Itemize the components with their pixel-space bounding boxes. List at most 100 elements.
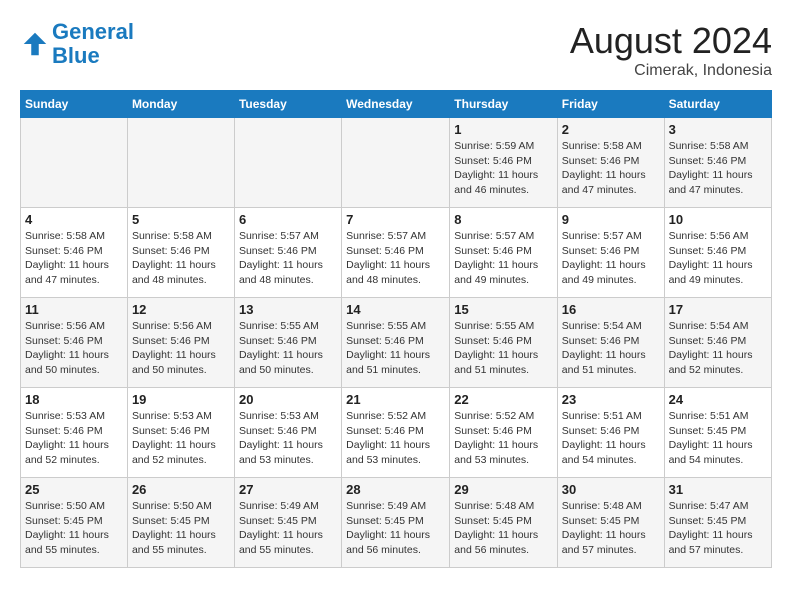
week-row-3: 11 Sunrise: 5:56 AM Sunset: 5:46 PM Dayli…	[21, 298, 772, 388]
day-number: 23	[562, 392, 660, 407]
day-number: 20	[239, 392, 337, 407]
logo: General Blue	[20, 20, 134, 68]
day-info: Sunrise: 5:52 AM Sunset: 5:46 PM Dayligh…	[454, 409, 553, 468]
location: Cimerak, Indonesia	[570, 62, 772, 80]
day-number: 18	[25, 392, 123, 407]
day-info: Sunrise: 5:50 AM Sunset: 5:45 PM Dayligh…	[25, 499, 123, 558]
header-saturday: Saturday	[664, 91, 771, 118]
day-number: 26	[132, 482, 230, 497]
day-info: Sunrise: 5:55 AM Sunset: 5:46 PM Dayligh…	[346, 319, 445, 378]
month-year: August 2024	[570, 20, 772, 62]
logo-blue: Blue	[52, 43, 100, 68]
day-info: Sunrise: 5:57 AM Sunset: 5:46 PM Dayligh…	[562, 229, 660, 288]
calendar-cell: 30 Sunrise: 5:48 AM Sunset: 5:45 PM Dayli…	[557, 478, 664, 568]
day-number: 17	[669, 302, 767, 317]
header-friday: Friday	[557, 91, 664, 118]
day-number: 14	[346, 302, 445, 317]
header-tuesday: Tuesday	[234, 91, 341, 118]
calendar-cell: 14 Sunrise: 5:55 AM Sunset: 5:46 PM Dayli…	[342, 298, 450, 388]
calendar-cell: 27 Sunrise: 5:49 AM Sunset: 5:45 PM Dayli…	[234, 478, 341, 568]
calendar-cell: 6 Sunrise: 5:57 AM Sunset: 5:46 PM Daylig…	[234, 208, 341, 298]
calendar-cell: 26 Sunrise: 5:50 AM Sunset: 5:45 PM Dayli…	[127, 478, 234, 568]
week-row-2: 4 Sunrise: 5:58 AM Sunset: 5:46 PM Daylig…	[21, 208, 772, 298]
calendar-cell	[234, 118, 341, 208]
day-number: 19	[132, 392, 230, 407]
day-info: Sunrise: 5:57 AM Sunset: 5:46 PM Dayligh…	[346, 229, 445, 288]
day-info: Sunrise: 5:53 AM Sunset: 5:46 PM Dayligh…	[25, 409, 123, 468]
calendar-cell: 2 Sunrise: 5:58 AM Sunset: 5:46 PM Daylig…	[557, 118, 664, 208]
day-info: Sunrise: 5:50 AM Sunset: 5:45 PM Dayligh…	[132, 499, 230, 558]
calendar-cell: 19Sunrise: 5:53 AM Sunset: 5:46 PM Dayli…	[127, 388, 234, 478]
day-info: Sunrise: 5:56 AM Sunset: 5:46 PM Dayligh…	[25, 319, 123, 378]
calendar-cell: 22 Sunrise: 5:52 AM Sunset: 5:46 PM Dayli…	[450, 388, 558, 478]
day-number: 3	[669, 122, 767, 137]
calendar-cell: 16 Sunrise: 5:54 AM Sunset: 5:46 PM Dayli…	[557, 298, 664, 388]
week-row-4: 18 Sunrise: 5:53 AM Sunset: 5:46 PM Dayli…	[21, 388, 772, 478]
day-number: 6	[239, 212, 337, 227]
day-number: 24	[669, 392, 767, 407]
page-header: General Blue August 2024 Cimerak, Indone…	[20, 20, 772, 80]
day-number: 28	[346, 482, 445, 497]
day-info: Sunrise: 5:58 AM Sunset: 5:46 PM Dayligh…	[132, 229, 230, 288]
calendar-cell: 17 Sunrise: 5:54 AM Sunset: 5:46 PM Dayli…	[664, 298, 771, 388]
calendar-cell: 1 Sunrise: 5:59 AM Sunset: 5:46 PM Daylig…	[450, 118, 558, 208]
header-thursday: Thursday	[450, 91, 558, 118]
day-info: Sunrise: 5:51 AM Sunset: 5:46 PM Dayligh…	[562, 409, 660, 468]
day-info: Sunrise: 5:58 AM Sunset: 5:46 PM Dayligh…	[562, 139, 660, 198]
day-info: Sunrise: 5:49 AM Sunset: 5:45 PM Dayligh…	[239, 499, 337, 558]
calendar-cell: 3 Sunrise: 5:58 AM Sunset: 5:46 PM Daylig…	[664, 118, 771, 208]
day-number: 2	[562, 122, 660, 137]
day-info: Sunrise: 5:57 AM Sunset: 5:46 PM Dayligh…	[239, 229, 337, 288]
calendar-cell	[21, 118, 128, 208]
day-info: Sunrise: 5:54 AM Sunset: 5:46 PM Dayligh…	[669, 319, 767, 378]
calendar-cell: 20 Sunrise: 5:53 AM Sunset: 5:46 PM Dayli…	[234, 388, 341, 478]
calendar-cell: 10 Sunrise: 5:56 AM Sunset: 5:46 PM Dayli…	[664, 208, 771, 298]
week-row-5: 25 Sunrise: 5:50 AM Sunset: 5:45 PM Dayli…	[21, 478, 772, 568]
day-number: 7	[346, 212, 445, 227]
calendar-cell: 24 Sunrise: 5:51 AM Sunset: 5:45 PM Dayli…	[664, 388, 771, 478]
day-info: Sunrise: 5:47 AM Sunset: 5:45 PM Dayligh…	[669, 499, 767, 558]
day-info: Sunrise: 5:57 AM Sunset: 5:46 PM Dayligh…	[454, 229, 553, 288]
day-number: 1	[454, 122, 553, 137]
calendar-header-row: SundayMondayTuesdayWednesdayThursdayFrid…	[21, 91, 772, 118]
day-number: 10	[669, 212, 767, 227]
day-number: 31	[669, 482, 767, 497]
day-info: Sunrise: 5:51 AM Sunset: 5:45 PM Dayligh…	[669, 409, 767, 468]
calendar-cell: 7 Sunrise: 5:57 AM Sunset: 5:46 PM Daylig…	[342, 208, 450, 298]
calendar-cell: 21 Sunrise: 5:52 AM Sunset: 5:46 PM Dayli…	[342, 388, 450, 478]
day-info: Sunrise: 5:52 AM Sunset: 5:46 PM Dayligh…	[346, 409, 445, 468]
calendar-cell	[342, 118, 450, 208]
day-info: Sunrise: 5:59 AM Sunset: 5:46 PM Dayligh…	[454, 139, 553, 198]
calendar-cell: 13Sunrise: 5:55 AM Sunset: 5:46 PM Dayli…	[234, 298, 341, 388]
day-number: 21	[346, 392, 445, 407]
calendar-cell: 23 Sunrise: 5:51 AM Sunset: 5:46 PM Dayli…	[557, 388, 664, 478]
day-number: 30	[562, 482, 660, 497]
day-number: 4	[25, 212, 123, 227]
day-number: 25	[25, 482, 123, 497]
calendar-cell: 9Sunrise: 5:57 AM Sunset: 5:46 PM Daylig…	[557, 208, 664, 298]
day-info: Sunrise: 5:58 AM Sunset: 5:46 PM Dayligh…	[669, 139, 767, 198]
calendar-cell	[127, 118, 234, 208]
calendar-table: SundayMondayTuesdayWednesdayThursdayFrid…	[20, 90, 772, 568]
day-number: 16	[562, 302, 660, 317]
day-number: 22	[454, 392, 553, 407]
day-number: 11	[25, 302, 123, 317]
day-info: Sunrise: 5:54 AM Sunset: 5:46 PM Dayligh…	[562, 319, 660, 378]
day-number: 8	[454, 212, 553, 227]
calendar-cell: 18 Sunrise: 5:53 AM Sunset: 5:46 PM Dayli…	[21, 388, 128, 478]
day-number: 27	[239, 482, 337, 497]
calendar-cell: 8 Sunrise: 5:57 AM Sunset: 5:46 PM Daylig…	[450, 208, 558, 298]
title-block: August 2024 Cimerak, Indonesia	[570, 20, 772, 80]
header-wednesday: Wednesday	[342, 91, 450, 118]
day-info: Sunrise: 5:53 AM Sunset: 5:46 PM Dayligh…	[239, 409, 337, 468]
calendar-cell: 31 Sunrise: 5:47 AM Sunset: 5:45 PM Dayli…	[664, 478, 771, 568]
day-info: Sunrise: 5:55 AM Sunset: 5:46 PM Dayligh…	[454, 319, 553, 378]
header-monday: Monday	[127, 91, 234, 118]
day-info: Sunrise: 5:56 AM Sunset: 5:46 PM Dayligh…	[669, 229, 767, 288]
calendar-cell: 28Sunrise: 5:49 AM Sunset: 5:45 PM Dayli…	[342, 478, 450, 568]
calendar-cell: 29Sunrise: 5:48 AM Sunset: 5:45 PM Dayli…	[450, 478, 558, 568]
day-number: 5	[132, 212, 230, 227]
day-info: Sunrise: 5:56 AM Sunset: 5:46 PM Dayligh…	[132, 319, 230, 378]
header-sunday: Sunday	[21, 91, 128, 118]
day-info: Sunrise: 5:48 AM Sunset: 5:45 PM Dayligh…	[562, 499, 660, 558]
